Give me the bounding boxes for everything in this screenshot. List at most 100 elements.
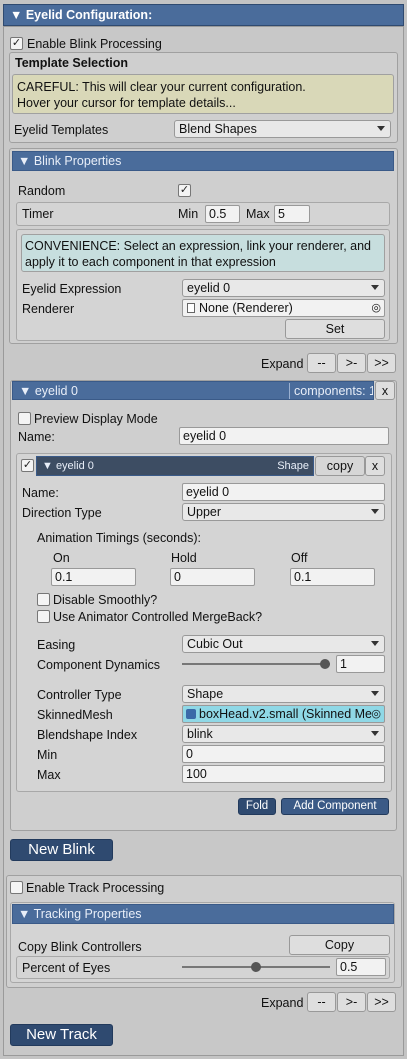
set-button[interactable]: Set (285, 319, 385, 339)
remove-component-button[interactable]: x (365, 456, 385, 476)
expression-title: ▼ eyelid 0 (19, 384, 78, 398)
blink-properties-title: ▼ Blink Properties (18, 154, 122, 168)
eyelid-templates-dropdown[interactable]: Blend Shapes (174, 120, 391, 138)
controller-type-value: Shape (187, 687, 224, 701)
timer-label: Timer (22, 207, 54, 221)
template-selection-title: Template Selection (15, 56, 128, 70)
expression-name-field[interactable]: eyelid 0 (179, 427, 389, 445)
expression-header[interactable]: ▼ eyelid 0 components: 1 (12, 381, 374, 400)
component-dynamics-label: Component Dynamics (37, 658, 160, 672)
timer-max-field[interactable]: 5 (274, 205, 310, 223)
slider-knob[interactable] (251, 962, 261, 972)
component-max-field[interactable]: 100 (182, 765, 385, 783)
component-title: ▼ eyelid 0 (42, 460, 94, 472)
fold-button[interactable]: Fold (238, 798, 276, 815)
direction-type-dropdown[interactable]: Upper (182, 503, 385, 521)
expand-one-button[interactable]: >- (337, 992, 366, 1012)
enable-blink-label: Enable Blink Processing (27, 37, 162, 51)
timer-min-field[interactable]: 0.5 (205, 205, 240, 223)
mergeback-label: Use Animator Controlled MergeBack? (53, 610, 263, 624)
convenience-line-2: apply it to each component in that expre… (25, 255, 276, 269)
timer-max-label: Max (246, 207, 270, 221)
chevron-down-icon (371, 691, 379, 696)
component-name-field[interactable]: eyelid 0 (182, 483, 385, 501)
component-header[interactable]: ▼ eyelid 0 Shape (36, 456, 314, 476)
eyelid-expression-dropdown[interactable]: eyelid 0 (182, 279, 385, 297)
off-label: Off (291, 551, 308, 565)
convenience-line-1: CONVENIENCE: Select an expression, link … (25, 239, 371, 253)
copy-component-button[interactable]: copy (315, 456, 365, 476)
skinned-mesh-field[interactable]: boxHead.v2.small (Skinned Me ◎ (182, 705, 385, 723)
blendshape-index-dropdown[interactable]: blink (182, 725, 385, 743)
chevron-down-icon (371, 641, 379, 646)
expand-all-button[interactable]: >> (367, 992, 396, 1012)
header-divider (289, 383, 290, 399)
disable-smoothly-label: Disable Smoothly? (53, 593, 158, 607)
skinned-mesh-value: boxHead.v2.small (Skinned Me (199, 707, 372, 721)
direction-type-label: Direction Type (22, 506, 102, 520)
copy-blink-controllers-button[interactable]: Copy (289, 935, 390, 955)
convenience-info-box: CONVENIENCE: Select an expression, link … (21, 234, 385, 272)
copy-blink-controllers-label: Copy Blink Controllers (18, 940, 142, 954)
component-dynamics-field[interactable]: 1 (336, 655, 385, 673)
mergeback-checkbox[interactable] (37, 610, 50, 623)
preview-display-label: Preview Display Mode (34, 412, 158, 426)
controller-type-label: Controller Type (37, 688, 122, 702)
hold-field[interactable]: 0 (170, 568, 255, 586)
enable-track-checkbox[interactable] (10, 881, 23, 894)
direction-type-value: Upper (187, 505, 222, 519)
component-min-field[interactable]: 0 (182, 745, 385, 763)
expand-all-button[interactable]: >> (367, 353, 396, 373)
renderer-value: None (Renderer) (199, 301, 293, 315)
chevron-down-icon (371, 509, 379, 514)
component-max-label: Max (37, 768, 61, 782)
blink-properties-header[interactable]: ▼ Blink Properties (12, 151, 394, 171)
eyelid-templates-label: Eyelid Templates (14, 123, 109, 137)
component-dynamics-slider[interactable] (182, 655, 330, 673)
animation-timings-label: Animation Timings (seconds): (37, 531, 201, 545)
renderer-object-field[interactable]: None (Renderer) ◎ (182, 299, 385, 317)
add-component-button[interactable]: Add Component (281, 798, 389, 815)
off-field[interactable]: 0.1 (290, 568, 375, 586)
component-enabled-checkbox[interactable]: ✓ (21, 459, 34, 472)
blendshape-index-label: Blendshape Index (37, 728, 138, 742)
component-name-label: Name: (22, 486, 59, 500)
tracking-properties-header[interactable]: ▼ Tracking Properties (12, 904, 394, 924)
disable-smoothly-checkbox[interactable] (37, 593, 50, 606)
expression-name-label: Name: (18, 430, 55, 444)
random-checkbox[interactable]: ✓ (178, 184, 191, 197)
enable-blink-checkbox[interactable]: ✓ (10, 37, 23, 50)
expand-label: Expand (261, 996, 304, 1010)
collapse-all-button[interactable]: -- (307, 992, 336, 1012)
random-label: Random (18, 184, 66, 198)
chevron-down-icon (377, 126, 385, 131)
warning-line-2: Hover your cursor for template details..… (17, 96, 236, 110)
percent-of-eyes-label: Percent of Eyes (22, 961, 111, 975)
object-picker-icon[interactable]: ◎ (371, 300, 381, 316)
slider-track (182, 663, 330, 665)
eyelid-templates-value: Blend Shapes (179, 122, 257, 136)
component-type-tag: Shape (277, 460, 309, 472)
remove-expression-button[interactable]: x (375, 381, 395, 400)
tracking-properties-title: ▼ Tracking Properties (18, 907, 142, 921)
object-picker-icon[interactable]: ◎ (371, 706, 381, 722)
on-field[interactable]: 0.1 (51, 568, 136, 586)
renderer-label: Renderer (22, 302, 75, 316)
expand-one-button[interactable]: >- (337, 353, 366, 373)
percent-of-eyes-slider[interactable] (182, 958, 330, 976)
eyelid-configuration-header[interactable]: ▼ Eyelid Configuration: (3, 4, 404, 26)
new-blink-button[interactable]: New Blink (10, 839, 113, 861)
percent-of-eyes-field[interactable]: 0.5 (336, 958, 386, 976)
mesh-icon (186, 709, 196, 719)
new-track-button[interactable]: New Track (10, 1024, 113, 1046)
expand-label: Expand (261, 357, 304, 371)
enable-track-label: Enable Track Processing (26, 881, 165, 895)
file-icon (187, 303, 195, 313)
easing-dropdown[interactable]: Cubic Out (182, 635, 385, 653)
collapse-all-button[interactable]: -- (307, 353, 336, 373)
controller-type-dropdown[interactable]: Shape (182, 685, 385, 703)
timer-min-label: Min (178, 207, 199, 221)
preview-display-checkbox[interactable] (18, 412, 31, 425)
slider-knob[interactable] (320, 659, 330, 669)
skinned-mesh-label: SkinnedMesh (37, 708, 113, 722)
